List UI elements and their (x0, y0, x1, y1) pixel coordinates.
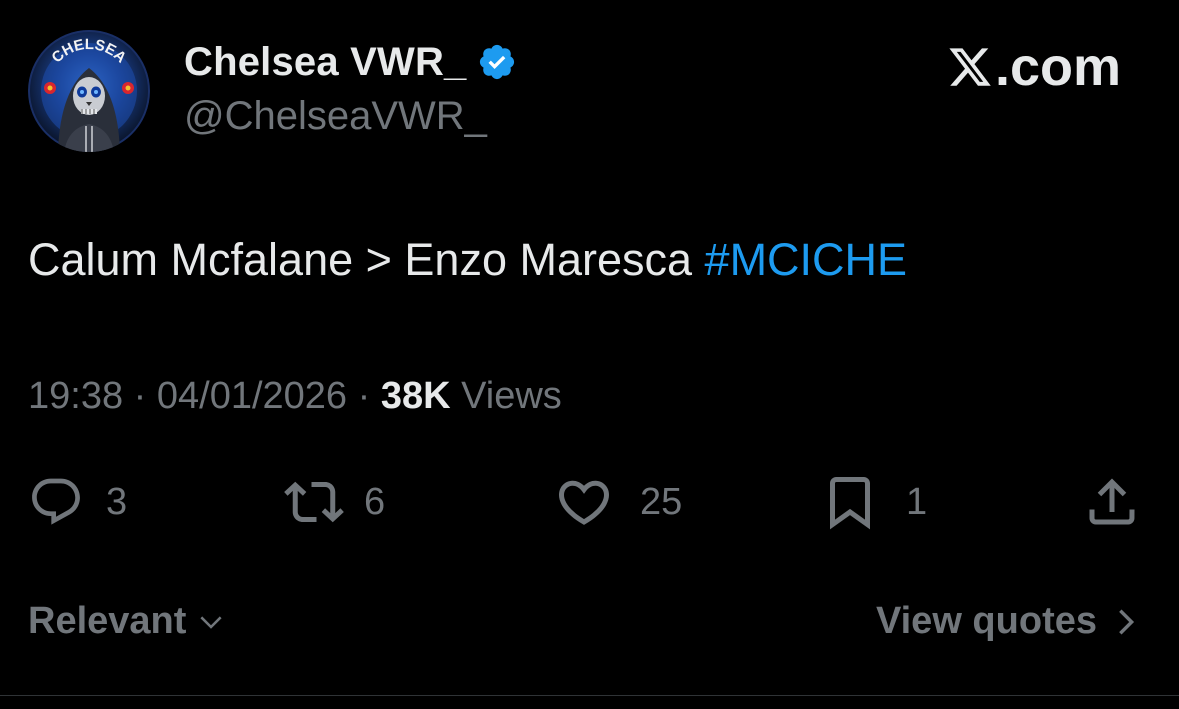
bookmark-count: 1 (906, 480, 928, 523)
x-com-brand: .com (947, 36, 1121, 98)
x-logo-icon (949, 48, 991, 86)
tweet-meta: 19:38 · 04/01/2026 · 38K Views (28, 375, 562, 418)
hashtag-link[interactable]: #MCICHE (705, 234, 908, 285)
view-quotes-label: View quotes (875, 600, 1097, 642)
like-button[interactable]: 25 (554, 470, 682, 534)
verified-badge-icon (477, 42, 517, 82)
avatar[interactable]: CHELSEA (28, 30, 150, 152)
author-name-row[interactable]: Chelsea VWR_ (184, 38, 517, 86)
sort-replies-dropdown[interactable]: Relevant (28, 600, 226, 643)
bookmark-button[interactable]: 1 (820, 470, 927, 534)
views-count: 38K (380, 375, 451, 417)
action-bar: 3 6 25 1 (0, 470, 1179, 534)
share-icon (1089, 478, 1135, 525)
share-button[interactable] (1082, 470, 1142, 534)
chevron-down-icon (200, 615, 222, 629)
tweet-body: Calum Mcfalane > Enzo Maresca (28, 234, 705, 285)
author-display-name[interactable]: Chelsea VWR_ (184, 40, 467, 85)
view-quotes-link[interactable]: View quotes (876, 600, 1139, 643)
tweet-detail: CHELSEA Chelsea VWR_ @ChelseaVWR_ .com C… (0, 0, 1179, 709)
divider (0, 695, 1179, 696)
reply-count: 3 (106, 480, 128, 523)
tweet-date[interactable]: 04/01/2026 (157, 375, 347, 417)
chelsea-skull-avatar-icon: CHELSEA (28, 30, 150, 152)
repost-button[interactable]: 6 (284, 470, 385, 534)
views-label: Views (450, 375, 562, 417)
tweet-text: Calum Mcfalane > Enzo Maresca #MCICHE (28, 234, 907, 286)
repost-icon (284, 481, 344, 523)
meta-separator: · (123, 375, 157, 417)
sort-label: Relevant (28, 600, 187, 642)
chevron-right-icon (1119, 608, 1135, 635)
tweet-time[interactable]: 19:38 (28, 375, 123, 417)
repost-count: 6 (364, 480, 386, 523)
heart-icon (558, 480, 610, 525)
bookmark-icon (830, 477, 870, 530)
reply-icon (32, 478, 80, 525)
brand-label: .com (994, 37, 1121, 97)
meta-separator: · (347, 375, 381, 417)
author-handle[interactable]: @ChelseaVWR_ (184, 94, 487, 139)
like-count: 25 (640, 480, 683, 523)
reply-button[interactable]: 3 (28, 470, 127, 534)
